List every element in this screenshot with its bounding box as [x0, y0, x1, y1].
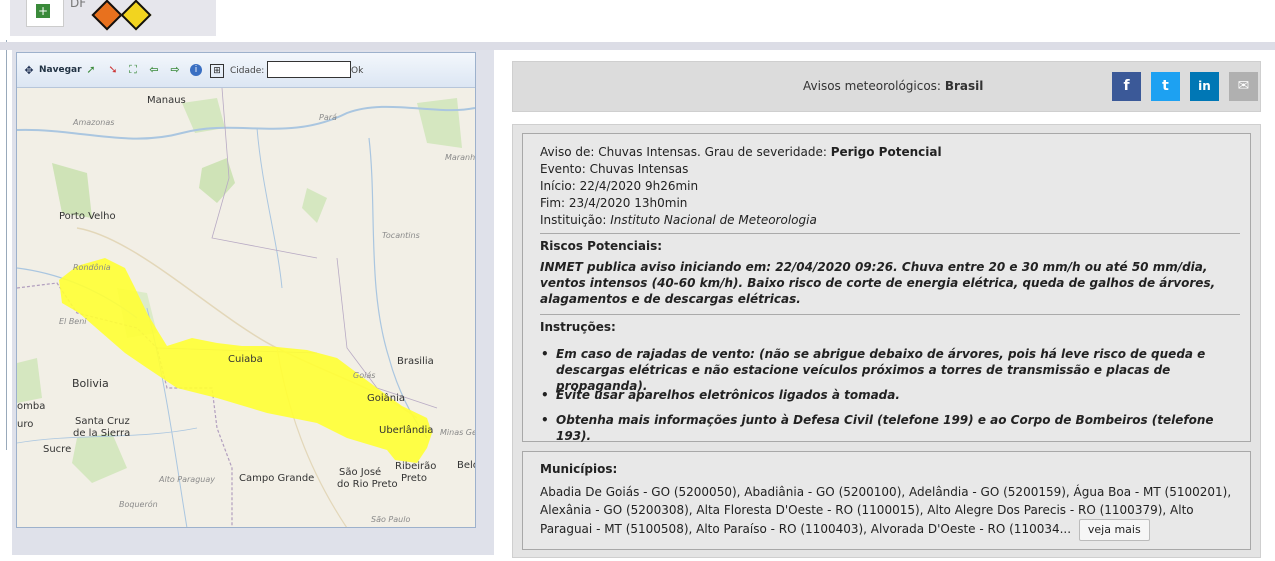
- instituicao-value: Instituto Nacional de Meteorologia: [610, 213, 817, 227]
- alert-details: Aviso de: Chuvas Intensas. Grau de sever…: [522, 133, 1251, 444]
- orange-warning-icon[interactable]: [91, 0, 123, 31]
- map-label: Rondônia: [73, 263, 111, 272]
- aviso-line: Aviso de: Chuvas Intensas. Grau de sever…: [540, 145, 942, 159]
- twitter-icon[interactable]: t: [1151, 72, 1180, 101]
- fim-line: Fim: 23/4/2020 13h0min: [540, 196, 688, 210]
- map-label: Brasilia: [397, 356, 434, 367]
- map-label: de la Sierra: [73, 428, 131, 439]
- state-code: DF: [70, 0, 87, 10]
- facebook-icon[interactable]: f: [1112, 72, 1141, 101]
- map-label: São Paulo: [371, 515, 411, 524]
- map-frame[interactable]: ✥ Navegar ➚ ➘ ⛶ ⇦ ⇨ i ⊞ Cidade: Ok Manau…: [16, 52, 476, 528]
- map-label: Boquerón: [119, 500, 158, 509]
- map-label: Maranh: [445, 153, 476, 162]
- grid-icon[interactable]: ⊞: [210, 64, 224, 78]
- map-label: do Rio Preto: [337, 479, 398, 490]
- map-label: El Beni: [59, 317, 87, 326]
- back-arrow-icon[interactable]: ⇦: [148, 64, 160, 76]
- section-band: [0, 42, 1275, 50]
- map-label: omba: [17, 401, 46, 412]
- instruction-item: Evite usar aparelhos eletrônicos ligados…: [541, 387, 1246, 403]
- map-label: Campo Grande: [239, 473, 315, 484]
- municipios-list: Abadia De Goiás - GO (5200050), Abadiâni…: [540, 483, 1240, 541]
- map-label: Goiás: [353, 371, 376, 380]
- pan-icon[interactable]: ✥: [23, 65, 35, 77]
- instituicao-label: Instituição:: [540, 213, 607, 227]
- map-label: Pará: [319, 113, 337, 122]
- map-label: Minas Ge: [440, 428, 476, 437]
- info-icon[interactable]: i: [190, 64, 202, 76]
- map-label: Uberlândia: [379, 425, 434, 436]
- title-prefix: Avisos meteorológicos:: [803, 79, 941, 93]
- divider: [540, 233, 1240, 234]
- divider: [540, 314, 1240, 315]
- map-label: Goiânia: [367, 393, 406, 404]
- map-label: Cuiaba: [228, 354, 263, 365]
- map-label: Bolivia: [72, 377, 109, 390]
- severity-label: Perigo Potencial: [830, 145, 942, 159]
- map-label: Belo: [457, 460, 475, 471]
- map-label: São José: [339, 467, 382, 478]
- linkedin-icon[interactable]: in: [1190, 72, 1219, 101]
- riscos-heading: Riscos Potenciais:: [540, 239, 663, 253]
- plus-icon[interactable]: +: [36, 4, 50, 18]
- map-label: Preto: [401, 473, 427, 484]
- map-toggle-box[interactable]: +: [26, 0, 64, 27]
- yellow-warning-icon[interactable]: [120, 0, 152, 31]
- evento-line: Evento: Chuvas Intensas: [540, 162, 689, 176]
- city-input[interactable]: [267, 61, 351, 78]
- forward-arrow-icon[interactable]: ⇨: [169, 64, 181, 76]
- title-region: Brasil: [944, 79, 984, 93]
- map-label: Amazonas: [73, 118, 115, 127]
- map-label: Manaus: [147, 95, 186, 106]
- navigate-button[interactable]: Navegar: [39, 65, 82, 75]
- city-label: Cidade:: [230, 66, 265, 76]
- instrucoes-heading: Instruções:: [540, 320, 616, 334]
- top-strip: + DF: [10, 0, 216, 36]
- municipios-heading: Municípios:: [540, 462, 618, 476]
- municipios-box: Municípios: Abadia De Goiás - GO (520005…: [522, 451, 1251, 550]
- aviso-prefix: Aviso de: Chuvas Intensas. Grau de sever…: [540, 145, 827, 159]
- inicio-line: Início: 22/4/2020 9h26min: [540, 179, 699, 193]
- left-border: [0, 40, 7, 450]
- zoom-in-icon[interactable]: ➚: [85, 64, 97, 76]
- riscos-text: INMET publica aviso iniciando em: 22/04/…: [540, 260, 1216, 306]
- instruction-item: Obtenha mais informações junto à Defesa …: [541, 412, 1246, 444]
- map-label: Santa Cruz: [75, 416, 130, 427]
- full-extent-icon[interactable]: ⛶: [127, 64, 139, 76]
- map-toolbar: ✥ Navegar ➚ ➘ ⛶ ⇦ ⇨ i ⊞ Cidade: Ok: [17, 53, 475, 88]
- map-label: Alto Paraguay: [159, 475, 215, 484]
- alerts-header: Avisos meteorológicos: Brasil f t in ✉: [512, 61, 1261, 112]
- map-label: Sucre: [43, 444, 72, 455]
- map-label: Ribeirão: [395, 461, 437, 472]
- ok-button[interactable]: Ok: [351, 66, 363, 76]
- email-icon[interactable]: ✉: [1229, 72, 1258, 101]
- map-label: uro: [17, 419, 34, 430]
- map-label: Tocantins: [382, 231, 420, 240]
- page-title: Avisos meteorológicos: Brasil: [803, 79, 983, 93]
- map-label: Porto Velho: [59, 211, 116, 222]
- instituicao-line: Instituição: Instituto Nacional de Meteo…: [540, 213, 817, 227]
- zoom-out-icon[interactable]: ➘: [107, 64, 119, 76]
- see-more-button[interactable]: veja mais: [1078, 519, 1150, 541]
